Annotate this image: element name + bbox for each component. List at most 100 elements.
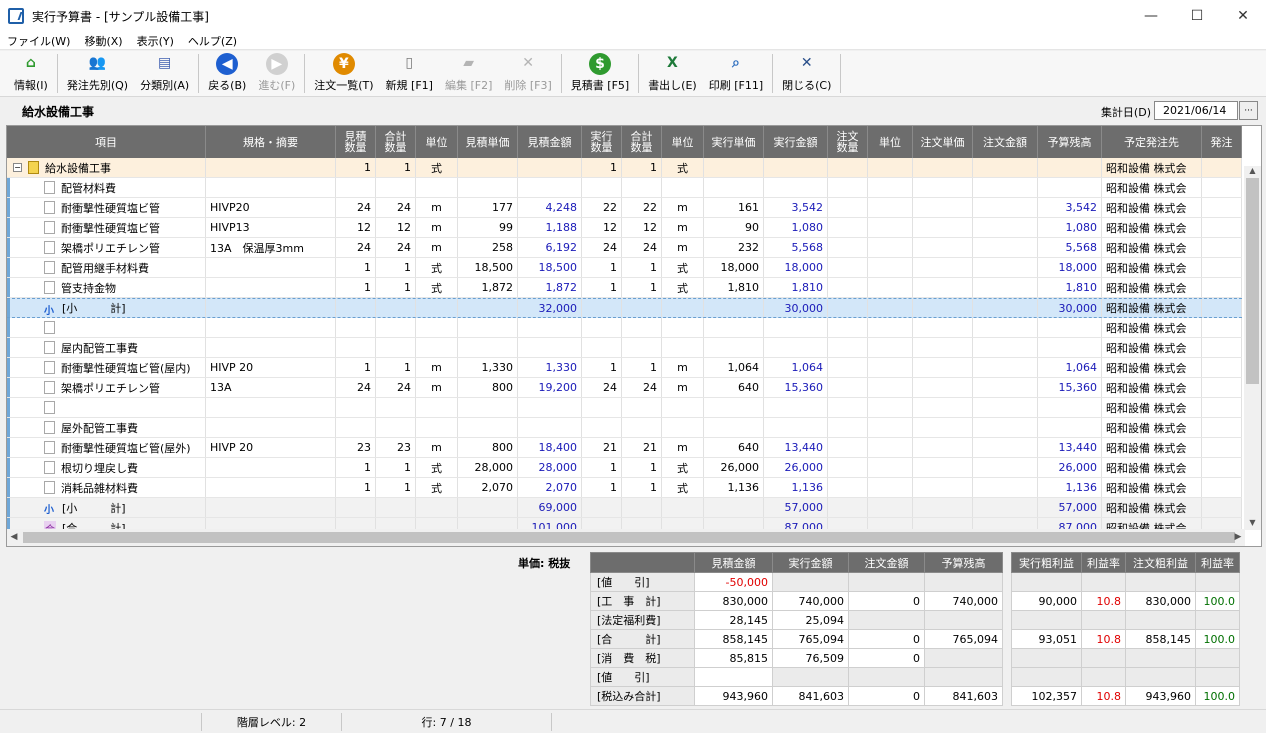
table-row[interactable]: 耐衝撃性硬質塩ビ管(屋外) HIVP 20 23 23 m 800 18,400 21 21 m 6… xyxy=(7,438,1242,458)
table-row[interactable]: 屋外配管工事費 昭和設備 株式会 xyxy=(7,418,1242,438)
grid-cell[interactable]: 24 xyxy=(336,378,376,397)
grid-cell[interactable] xyxy=(913,338,973,357)
grid-cell[interactable]: 18,000 xyxy=(1038,258,1102,277)
grid-cell[interactable]: 30,000 xyxy=(1038,299,1102,317)
grid-cell[interactable]: 28,000 xyxy=(518,458,582,477)
grid-cell[interactable]: 式 xyxy=(416,458,458,477)
grid-cell[interactable] xyxy=(868,158,913,177)
toolbar-button[interactable]: $ 見積書 [F5] xyxy=(565,51,635,96)
grid-cell[interactable]: 架橋ポリエチレン管 xyxy=(7,238,206,257)
grid-cell[interactable]: 昭和設備 株式会 xyxy=(1102,498,1202,517)
toolbar-button[interactable]: ¥ 注文一覧(T) xyxy=(308,51,379,96)
grid-cell[interactable] xyxy=(828,278,868,297)
grid-cell[interactable] xyxy=(206,458,336,477)
grid-cell[interactable] xyxy=(764,398,828,417)
grid-cell[interactable]: 2,070 xyxy=(518,478,582,497)
grid-cell[interactable] xyxy=(662,498,704,517)
grid-cell[interactable]: 昭和設備 株式会 xyxy=(1102,458,1202,477)
grid-cell[interactable] xyxy=(828,318,868,337)
grid-cell[interactable] xyxy=(582,498,622,517)
grid-cell[interactable]: 架橋ポリエチレン管 xyxy=(7,378,206,397)
menu-item[interactable]: 移動(X) xyxy=(77,33,129,49)
grid-cell[interactable]: m xyxy=(416,198,458,217)
grid-cell[interactable] xyxy=(764,178,828,197)
scroll-left-icon[interactable]: ◀ xyxy=(7,529,21,546)
table-row[interactable]: 消耗品雑材料費 1 1 式 2,070 2,070 1 1 式 1,136 1,136 1,136 昭和… xyxy=(7,478,1242,498)
grid-cell[interactable] xyxy=(704,498,764,517)
column-header[interactable]: 実行金額 xyxy=(764,126,828,158)
grid-cell[interactable] xyxy=(973,278,1038,297)
grid-cell[interactable] xyxy=(518,178,582,197)
grid-cell[interactable] xyxy=(973,258,1038,277)
grid-cell[interactable] xyxy=(336,418,376,437)
grid-cell[interactable] xyxy=(913,478,973,497)
grid-cell[interactable] xyxy=(913,238,973,257)
grid-cell[interactable] xyxy=(868,478,913,497)
grid-cell[interactable] xyxy=(582,178,622,197)
grid-cell[interactable]: 13A 保温厚3mm xyxy=(206,238,336,257)
grid-cell[interactable]: 69,000 xyxy=(518,498,582,517)
grid-cell[interactable] xyxy=(868,498,913,517)
grid-cell[interactable]: 1 xyxy=(582,158,622,177)
budget-grid[interactable]: 項目 規格・摘要 見積 数量 合計 数量 単位 見積単価 見積金額 実行 数量 合計 数量 単位実… xyxy=(6,125,1262,547)
grid-cell[interactable]: 1,064 xyxy=(704,358,764,377)
menu-item[interactable]: ヘルプ(Z) xyxy=(181,33,244,49)
grid-cell[interactable] xyxy=(582,418,622,437)
grid-cell[interactable] xyxy=(662,398,704,417)
grid-cell[interactable]: 177 xyxy=(458,198,518,217)
grid-cell[interactable] xyxy=(868,438,913,457)
column-header[interactable]: 合計 数量 xyxy=(622,126,662,158)
vertical-scrollbar[interactable]: ▲ ▼ xyxy=(1244,166,1261,530)
grid-cell[interactable] xyxy=(868,238,913,257)
grid-cell[interactable]: 6,192 xyxy=(518,238,582,257)
grid-cell[interactable] xyxy=(704,318,764,337)
grid-cell[interactable]: 18,500 xyxy=(518,258,582,277)
grid-cell[interactable]: 4,248 xyxy=(518,198,582,217)
grid-cell[interactable] xyxy=(828,178,868,197)
grid-cell[interactable] xyxy=(518,318,582,337)
grid-cell[interactable]: 24 xyxy=(622,238,662,257)
grid-cell[interactable]: 57,000 xyxy=(1038,498,1102,517)
menu-item[interactable]: 表示(Y) xyxy=(130,33,181,49)
grid-cell[interactable]: m xyxy=(416,438,458,457)
maximize-button[interactable]: ☐ xyxy=(1174,0,1220,32)
grid-cell[interactable] xyxy=(416,318,458,337)
column-header[interactable]: 見積 数量 xyxy=(336,126,376,158)
grid-cell[interactable] xyxy=(828,398,868,417)
grid-cell[interactable] xyxy=(206,498,336,517)
grid-cell[interactable] xyxy=(1038,318,1102,337)
column-header[interactable]: 合計 数量 xyxy=(376,126,416,158)
grid-cell[interactable] xyxy=(206,299,336,317)
grid-cell[interactable]: 1,872 xyxy=(458,278,518,297)
grid-cell[interactable] xyxy=(704,338,764,357)
grid-cell[interactable]: 1 xyxy=(582,358,622,377)
grid-cell[interactable] xyxy=(973,198,1038,217)
grid-cell[interactable]: 式 xyxy=(416,258,458,277)
grid-cell[interactable]: 昭和設備 株式会 xyxy=(1102,278,1202,297)
grid-cell[interactable] xyxy=(336,398,376,417)
grid-cell[interactable] xyxy=(973,438,1038,457)
grid-cell[interactable] xyxy=(1038,338,1102,357)
table-row[interactable]: 昭和設備 株式会 xyxy=(7,318,1242,338)
grid-cell[interactable] xyxy=(1202,198,1242,217)
grid-cell[interactable] xyxy=(704,299,764,317)
grid-cell[interactable] xyxy=(868,299,913,317)
grid-cell[interactable]: 1 xyxy=(582,478,622,497)
grid-cell[interactable] xyxy=(913,458,973,477)
grid-cell[interactable]: 32,000 xyxy=(518,299,582,317)
grid-cell[interactable]: 1 xyxy=(582,278,622,297)
grid-cell[interactable]: 24 xyxy=(582,378,622,397)
grid-cell[interactable] xyxy=(868,278,913,297)
grid-cell[interactable]: 1,188 xyxy=(518,218,582,237)
grid-cell[interactable] xyxy=(1038,398,1102,417)
grid-cell[interactable]: 24 xyxy=(622,378,662,397)
grid-cell[interactable]: 23 xyxy=(336,438,376,457)
grid-cell[interactable]: 1 xyxy=(376,358,416,377)
grid-cell[interactable] xyxy=(1202,378,1242,397)
grid-cell[interactable] xyxy=(704,178,764,197)
grid-cell[interactable] xyxy=(973,478,1038,497)
grid-cell[interactable] xyxy=(206,478,336,497)
grid-cell[interactable]: 昭和設備 株式会 xyxy=(1102,478,1202,497)
grid-cell[interactable] xyxy=(336,338,376,357)
grid-cell[interactable] xyxy=(1202,478,1242,497)
